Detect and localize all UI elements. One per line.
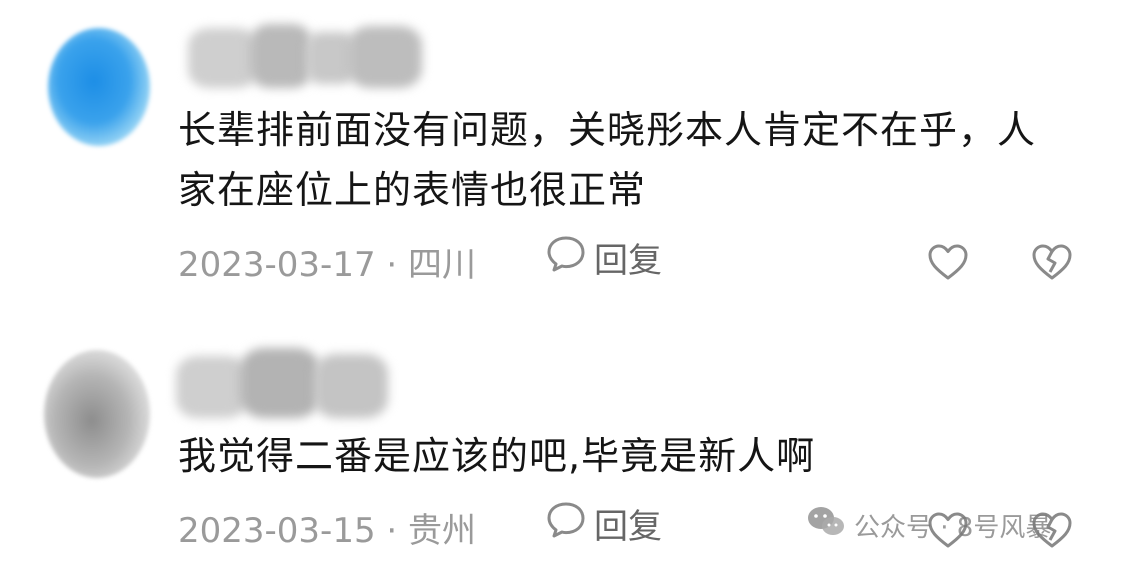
- reply-label: 回复: [594, 506, 662, 547]
- comment-text: 长辈排前面没有问题，关晓彤本人肯定不在乎，人家在座位上的表情也很正常: [178, 108, 1037, 212]
- speech-bubble-icon: [546, 499, 586, 548]
- comment-location: 四川: [408, 245, 477, 285]
- username-blurred[interactable]: [176, 340, 392, 424]
- watermark-text: 公众号 · 8号风暴: [854, 512, 1052, 543]
- avatar[interactable]: [44, 350, 150, 478]
- meta-separator: ·: [386, 245, 398, 285]
- comment-meta: 2023-03-17 · 四川: [178, 237, 476, 286]
- meta-separator: ·: [386, 511, 398, 551]
- reply-button[interactable]: 回复: [546, 502, 662, 547]
- dislike-button[interactable]: [1030, 242, 1074, 282]
- comment-location: 贵州: [408, 511, 477, 551]
- broken-heart-icon: [1032, 244, 1072, 280]
- username-blurred[interactable]: [188, 18, 428, 92]
- comment-date: 2023-03-17: [178, 245, 376, 285]
- comment-item: 长辈排前面没有问题，关晓彤本人肯定不在乎，人家在座位上的表情也很正常 2023-…: [0, 0, 1125, 300]
- speech-bubble-icon: [546, 233, 586, 282]
- reply-button[interactable]: 回复: [546, 236, 662, 281]
- comment-date: 2023-03-15: [178, 511, 376, 551]
- wechat-icon: [806, 505, 846, 546]
- heart-icon: [928, 244, 968, 280]
- reply-label: 回复: [594, 240, 662, 281]
- avatar[interactable]: [48, 28, 150, 146]
- comment-text: 我觉得二番是应该的吧,毕竟是新人啊: [178, 434, 816, 478]
- like-button[interactable]: [926, 242, 970, 282]
- watermark: 公众号 · 8号风暴: [806, 505, 1051, 545]
- comment-meta: 2023-03-15 · 贵州: [178, 503, 476, 552]
